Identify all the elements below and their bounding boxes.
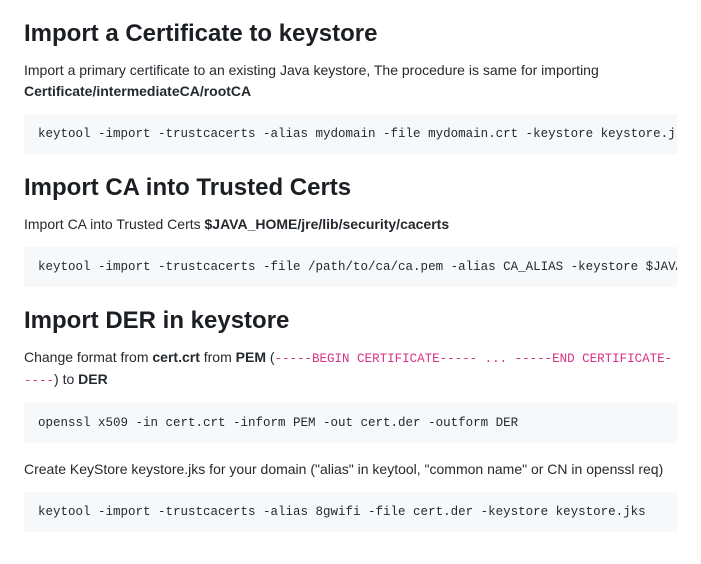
bold-fragment: DER	[78, 371, 108, 387]
bold-fragment: cert.crt	[152, 349, 199, 365]
code-block: keytool -import -trustcacerts -file /pat…	[24, 247, 677, 287]
section-paragraph: Create KeyStore keystore.jks for your do…	[24, 459, 677, 480]
bold-fragment: PEM	[236, 349, 266, 365]
section-heading: Import DER in keystore	[24, 303, 677, 339]
intro-text: Import a primary certificate to an exist…	[24, 62, 599, 78]
intro-text: Import CA into Trusted Certs	[24, 216, 205, 232]
section-intro: Import a primary certificate to an exist…	[24, 60, 677, 102]
code-block: openssl x509 -in cert.crt -inform PEM -o…	[24, 403, 677, 443]
section-heading: Import a Certificate to keystore	[24, 16, 677, 52]
section-heading: Import CA into Trusted Certs	[24, 170, 677, 206]
section-intro: Change format from cert.crt from PEM (--…	[24, 347, 677, 391]
code-block: keytool -import -trustcacerts -alias myd…	[24, 114, 677, 154]
intro-bold: $JAVA_HOME/jre/lib/security/cacerts	[205, 216, 450, 232]
section-intro: Import CA into Trusted Certs $JAVA_HOME/…	[24, 214, 677, 235]
text-fragment: from	[200, 349, 236, 365]
text-fragment: Change format from	[24, 349, 152, 365]
text-fragment: (	[266, 349, 275, 365]
intro-bold: Certificate/intermediateCA/rootCA	[24, 83, 251, 99]
text-fragment: ) to	[54, 371, 78, 387]
